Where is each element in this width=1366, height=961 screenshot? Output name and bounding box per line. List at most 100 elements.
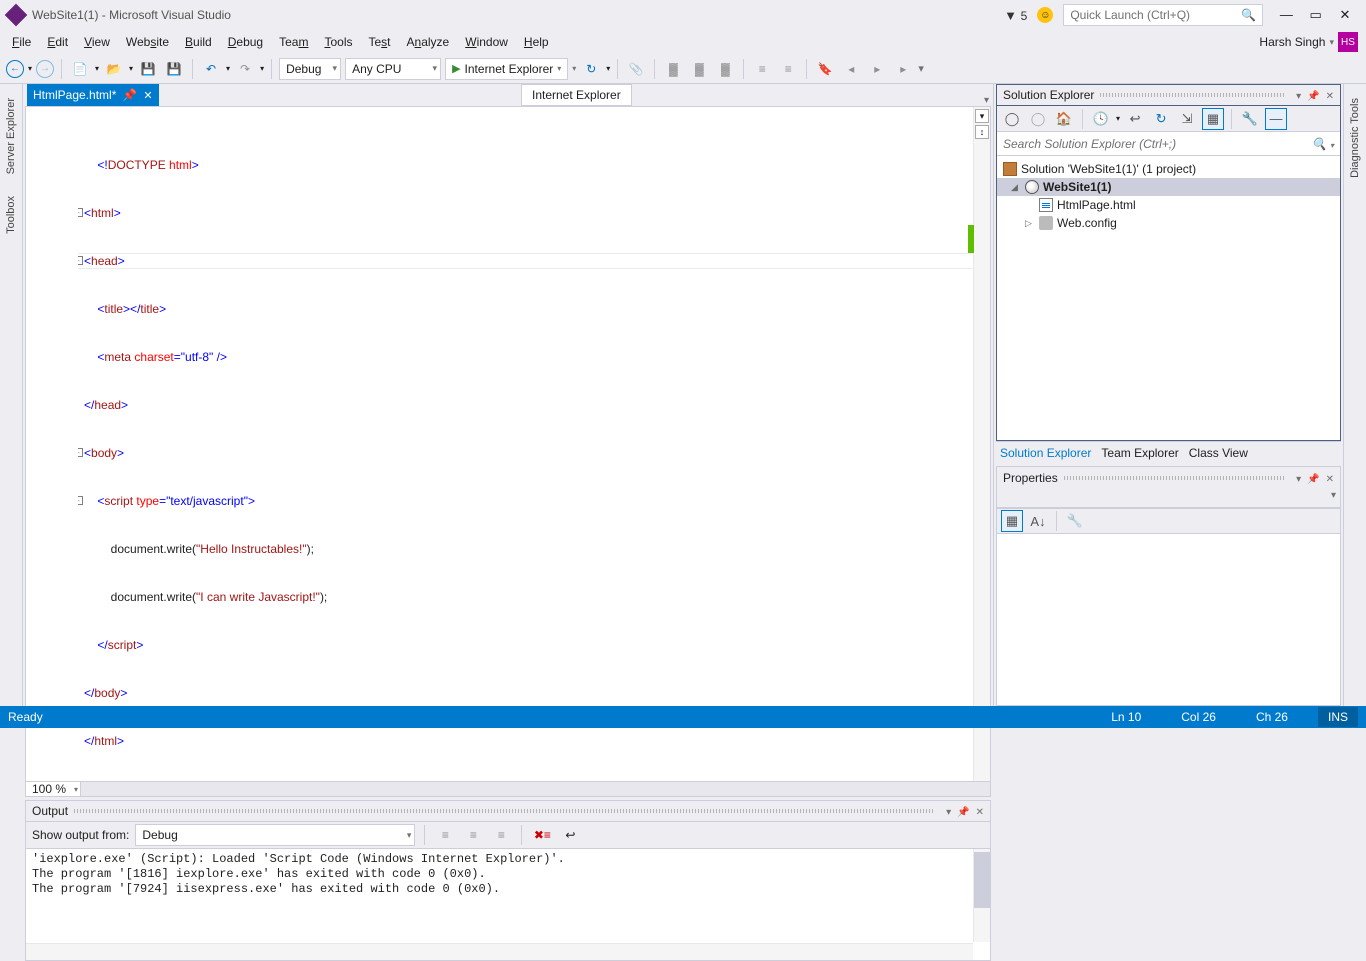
sln-back-button[interactable]: ◯ bbox=[1001, 108, 1023, 130]
menu-tools[interactable]: Tools bbox=[316, 33, 360, 51]
server-explorer-tab[interactable]: Server Explorer bbox=[2, 88, 20, 184]
output-header[interactable]: Output ▾📌✕ bbox=[26, 801, 990, 822]
tab-class-view[interactable]: Class View bbox=[1189, 446, 1248, 460]
menu-debug[interactable]: Debug bbox=[220, 33, 271, 51]
tb-btn-b[interactable]: ▓ bbox=[688, 58, 710, 80]
tabs-overflow-icon[interactable]: ▾ bbox=[984, 95, 989, 106]
sln-fwd-button[interactable]: ◯ bbox=[1027, 108, 1049, 130]
undo-button[interactable]: ↶ bbox=[200, 58, 222, 80]
chevron-down-icon[interactable]: ▾ bbox=[1329, 37, 1334, 48]
dropdown-icon[interactable]: ▾ bbox=[946, 807, 951, 818]
props-header[interactable]: Properties ▾📌✕ bbox=[997, 467, 1340, 488]
home-icon[interactable]: 🏠 bbox=[1053, 108, 1075, 130]
split-icon[interactable]: ▾ bbox=[975, 109, 989, 123]
out-btn-1[interactable]: ≡ bbox=[434, 824, 456, 846]
pin-icon[interactable]: 📌 bbox=[1307, 474, 1319, 485]
notifications-flag-icon[interactable]: ▼ 5 bbox=[1004, 8, 1027, 23]
solution-tree[interactable]: Solution 'WebSite1(1)' (1 project) ◢ Web… bbox=[997, 156, 1340, 440]
close-tab-icon[interactable]: ✕ bbox=[143, 89, 152, 102]
properties-icon[interactable]: 🔧 bbox=[1239, 108, 1261, 130]
fold-icon[interactable]: - bbox=[78, 496, 83, 505]
feedback-smiley-icon[interactable]: ☺ bbox=[1037, 7, 1053, 23]
output-hscroll[interactable] bbox=[26, 943, 973, 960]
start-debug-button[interactable]: ▶Internet Explorer ▾ bbox=[445, 58, 568, 80]
zoom-dropdown[interactable]: 100 % bbox=[26, 782, 81, 796]
reload-icon[interactable]: ↻ bbox=[1150, 108, 1172, 130]
menu-build[interactable]: Build bbox=[177, 33, 220, 51]
output-text[interactable]: 'iexplore.exe' (Script): Loaded 'Script … bbox=[26, 848, 990, 960]
tb-btn-c[interactable]: ▓ bbox=[714, 58, 736, 80]
menu-website[interactable]: Website bbox=[118, 33, 177, 51]
clear-output-button[interactable]: ✖≡ bbox=[531, 824, 553, 846]
sync-icon[interactable]: 🕓 bbox=[1090, 108, 1112, 130]
new-project-button[interactable]: 📄 bbox=[69, 58, 91, 80]
expand-arrow-icon[interactable]: ▷ bbox=[1025, 218, 1035, 229]
save-button[interactable]: 💾 bbox=[137, 58, 159, 80]
pin-icon[interactable]: 📌 bbox=[1307, 91, 1319, 102]
refresh-icon[interactable]: ↩ bbox=[1124, 108, 1146, 130]
code-editor[interactable]: <!DOCTYPE html> -<html> -<head> <title><… bbox=[25, 106, 991, 782]
tree-file-html[interactable]: HtmlPage.html bbox=[997, 196, 1340, 214]
tree-file-config[interactable]: ▷ Web.config bbox=[997, 214, 1340, 232]
alphabetical-icon[interactable]: A↓ bbox=[1027, 510, 1049, 532]
pin-icon[interactable]: 📌 bbox=[957, 807, 969, 818]
menu-file[interactable]: File bbox=[4, 33, 39, 51]
pin-icon[interactable]: 📌 bbox=[122, 88, 137, 102]
menu-window[interactable]: Window bbox=[457, 33, 516, 51]
out-btn-3[interactable]: ≡ bbox=[490, 824, 512, 846]
menu-view[interactable]: View bbox=[76, 33, 118, 51]
expand-icon[interactable]: ↕ bbox=[975, 125, 989, 139]
tb-btn-a[interactable]: ▓ bbox=[662, 58, 684, 80]
sln-search-input[interactable]: Search Solution Explorer (Ctrl+;) 🔍 ▾ bbox=[997, 132, 1340, 156]
config-dropdown[interactable]: Debug bbox=[279, 58, 341, 80]
redo-button[interactable]: ↷ bbox=[234, 58, 256, 80]
fold-icon[interactable]: - bbox=[78, 208, 83, 217]
expand-arrow-icon[interactable]: ◢ bbox=[1011, 182, 1021, 193]
menu-edit[interactable]: Edit bbox=[39, 33, 76, 51]
close-icon[interactable]: ✕ bbox=[1326, 474, 1334, 485]
sln-header[interactable]: Solution Explorer ▾📌✕ bbox=[996, 84, 1341, 105]
preview-icon[interactable]: — bbox=[1265, 108, 1287, 130]
close-icon[interactable]: ✕ bbox=[976, 807, 984, 818]
open-file-button[interactable]: 📂 bbox=[103, 58, 125, 80]
tree-project[interactable]: ◢ WebSite1(1) bbox=[997, 178, 1340, 196]
editor-hscrollbar[interactable] bbox=[81, 782, 990, 796]
fold-icon[interactable]: - bbox=[78, 448, 83, 457]
user-name[interactable]: Harsh Singh bbox=[1259, 35, 1325, 49]
indent-right-button[interactable]: ≡ bbox=[777, 58, 799, 80]
close-button[interactable]: ✕ bbox=[1332, 7, 1358, 23]
toggle-wrap-button[interactable]: ↩ bbox=[559, 824, 581, 846]
out-btn-2[interactable]: ≡ bbox=[462, 824, 484, 846]
save-all-button[interactable]: 💾 bbox=[163, 58, 185, 80]
close-icon[interactable]: ✕ bbox=[1326, 91, 1334, 102]
menu-team[interactable]: Team bbox=[271, 33, 316, 51]
platform-dropdown[interactable]: Any CPU bbox=[345, 58, 441, 80]
bm-next-button[interactable]: ▸ bbox=[866, 58, 888, 80]
categorized-icon[interactable]: ▦ bbox=[1001, 510, 1023, 532]
quick-launch-input[interactable]: Quick Launch (Ctrl+Q) 🔍 bbox=[1063, 4, 1263, 26]
tab-solution-explorer[interactable]: Solution Explorer bbox=[1000, 446, 1091, 460]
editor-vscrollbar[interactable]: ▾ ↕ bbox=[973, 107, 990, 781]
maximize-button[interactable]: ▭ bbox=[1303, 7, 1329, 23]
indent-left-button[interactable]: ≡ bbox=[751, 58, 773, 80]
dropdown-icon[interactable]: ▾ bbox=[1296, 91, 1301, 102]
dropdown-icon[interactable]: ▾ bbox=[1296, 474, 1301, 485]
output-source-dropdown[interactable]: Debug bbox=[135, 824, 415, 846]
status-ins[interactable]: INS bbox=[1318, 707, 1358, 727]
user-avatar[interactable]: HS bbox=[1338, 32, 1358, 52]
show-all-icon[interactable]: ▦ bbox=[1202, 108, 1224, 130]
props-object-dropdown[interactable] bbox=[997, 488, 1340, 508]
properties-grid[interactable] bbox=[997, 534, 1340, 705]
browser-link-button[interactable]: 📎 bbox=[625, 58, 647, 80]
browser-refresh-button[interactable]: ↻ bbox=[580, 58, 602, 80]
menu-analyze[interactable]: Analyze bbox=[399, 33, 458, 51]
tree-solution[interactable]: Solution 'WebSite1(1)' (1 project) bbox=[997, 160, 1340, 178]
nav-forward-button[interactable]: → bbox=[36, 60, 54, 78]
bookmark-button[interactable]: 🔖 bbox=[814, 58, 836, 80]
diagnostic-tools-tab[interactable]: Diagnostic Tools bbox=[1346, 88, 1364, 188]
menu-test[interactable]: Test bbox=[360, 33, 398, 51]
fold-icon[interactable]: - bbox=[78, 256, 83, 265]
bm-clear-button[interactable]: ▸ bbox=[892, 58, 914, 80]
output-vscroll[interactable] bbox=[973, 849, 990, 942]
toolbox-tab[interactable]: Toolbox bbox=[2, 186, 20, 244]
